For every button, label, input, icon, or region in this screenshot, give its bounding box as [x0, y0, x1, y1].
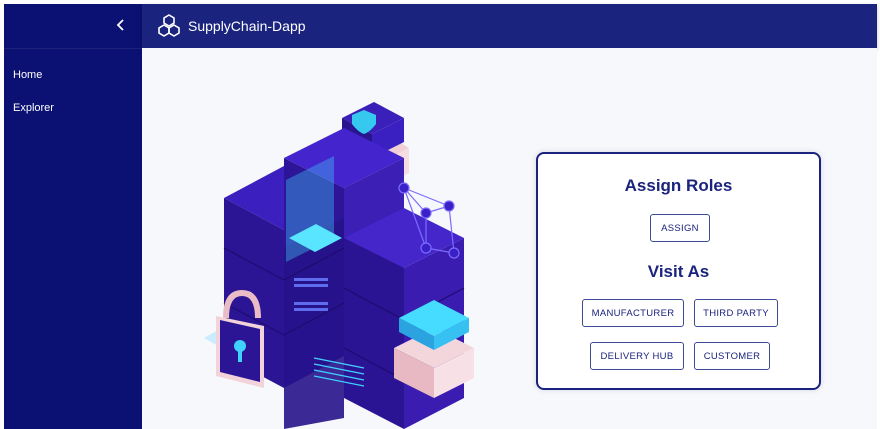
- main-content: Assign Roles ASSIGN Visit As MANUFACTURE…: [142, 48, 877, 429]
- blockchain-cubes-illustration: [204, 102, 474, 429]
- app-title: SupplyChain-Dapp: [188, 18, 306, 34]
- sidebar-item-explorer[interactable]: Explorer: [4, 92, 142, 125]
- sidebar-header: [4, 4, 142, 49]
- customer-button[interactable]: CUSTOMER: [694, 342, 770, 370]
- app-bar: SupplyChain-Dapp: [142, 4, 877, 48]
- chevron-left-icon: [116, 19, 124, 31]
- manufacturer-button[interactable]: MANUFACTURER: [582, 299, 684, 327]
- app-logo-icon: [158, 14, 180, 37]
- sidebar: Home Explorer: [4, 4, 142, 429]
- roles-card: Assign Roles ASSIGN Visit As MANUFACTURE…: [536, 152, 821, 390]
- assign-roles-title: Assign Roles: [624, 176, 733, 195]
- sidebar-item-home[interactable]: Home: [4, 59, 142, 92]
- third-party-button[interactable]: THIRD PARTY: [694, 299, 778, 327]
- delivery-hub-button[interactable]: DELIVERY HUB: [590, 342, 684, 370]
- sidebar-nav: Home Explorer: [4, 49, 142, 125]
- glowing-block: [394, 300, 474, 398]
- assign-button[interactable]: ASSIGN: [650, 214, 710, 242]
- visit-as-title: Visit As: [647, 262, 710, 281]
- sidebar-collapse-button[interactable]: [110, 14, 132, 36]
